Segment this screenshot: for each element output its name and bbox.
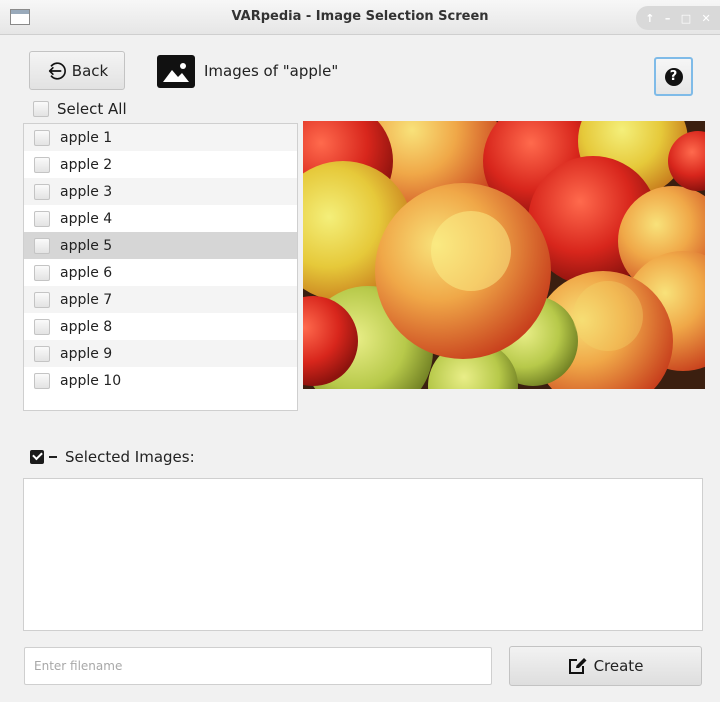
back-arrow-icon	[48, 61, 66, 80]
create-button-label: Create	[593, 657, 644, 675]
dash-icon	[49, 456, 57, 458]
image-list[interactable]: apple 1 apple 2 apple 3 apple 4 apple 5 …	[23, 123, 298, 411]
list-item[interactable]: apple 1	[24, 124, 297, 151]
list-item[interactable]: apple 2	[24, 151, 297, 178]
list-item[interactable]: apple 7	[24, 286, 297, 313]
item-checkbox[interactable]	[34, 156, 50, 173]
create-button[interactable]: Create	[509, 646, 702, 686]
item-label: apple 6	[60, 264, 113, 281]
window-controls: ↑ – □ ✕	[636, 6, 720, 30]
item-checkbox[interactable]	[34, 372, 50, 389]
back-button-label: Back	[71, 61, 109, 80]
window-close-button[interactable]: ✕	[702, 12, 711, 25]
item-checkbox[interactable]	[34, 318, 50, 335]
item-checkbox[interactable]	[34, 210, 50, 227]
item-label: apple 7	[60, 291, 113, 308]
selected-images-list[interactable]	[23, 478, 703, 631]
window-maximize-button[interactable]: □	[681, 12, 691, 25]
item-checkbox[interactable]	[34, 345, 50, 362]
edit-icon	[568, 658, 587, 674]
item-checkbox[interactable]	[34, 183, 50, 200]
item-label: apple 1	[60, 129, 113, 146]
item-label: apple 10	[60, 372, 122, 389]
item-checkbox[interactable]	[34, 264, 50, 281]
image-icon	[157, 55, 195, 88]
item-label: apple 3	[60, 183, 113, 200]
window-minimize-button[interactable]: –	[665, 12, 671, 25]
selected-images-check-icon[interactable]	[30, 450, 44, 464]
help-icon: ?	[664, 67, 683, 86]
item-label: apple 2	[60, 156, 113, 173]
page-title: Images of "apple"	[204, 62, 339, 80]
item-checkbox[interactable]	[34, 291, 50, 308]
list-item[interactable]: apple 8	[24, 313, 297, 340]
item-checkbox[interactable]	[34, 129, 50, 146]
list-item[interactable]: apple 6	[24, 259, 297, 286]
list-item[interactable]: apple 4	[24, 205, 297, 232]
item-label: apple 8	[60, 318, 113, 335]
list-item-highlighted[interactable]: apple 5	[24, 232, 297, 259]
item-label: apple 9	[60, 345, 113, 362]
item-checkbox[interactable]	[34, 237, 50, 254]
list-item[interactable]: apple 9	[24, 340, 297, 367]
selected-images-heading: Selected Images:	[30, 448, 195, 466]
list-item[interactable]: apple 10	[24, 367, 297, 394]
back-button[interactable]: Back	[29, 51, 125, 90]
image-preview	[303, 121, 705, 389]
selected-images-label: Selected Images:	[65, 448, 195, 466]
help-button[interactable]: ?	[654, 57, 693, 96]
filename-input[interactable]	[24, 647, 492, 685]
title-bar: VARpedia - Image Selection Screen ↑ – □ …	[0, 0, 720, 35]
item-label: apple 5	[60, 237, 113, 254]
select-all-checkbox[interactable]: Select All	[33, 100, 127, 118]
list-item[interactable]: apple 3	[24, 178, 297, 205]
window-title: VARpedia - Image Selection Screen	[231, 9, 489, 24]
select-all-box[interactable]	[33, 101, 49, 117]
window-up-button[interactable]: ↑	[645, 12, 654, 25]
select-all-label: Select All	[57, 100, 127, 118]
item-label: apple 4	[60, 210, 113, 227]
